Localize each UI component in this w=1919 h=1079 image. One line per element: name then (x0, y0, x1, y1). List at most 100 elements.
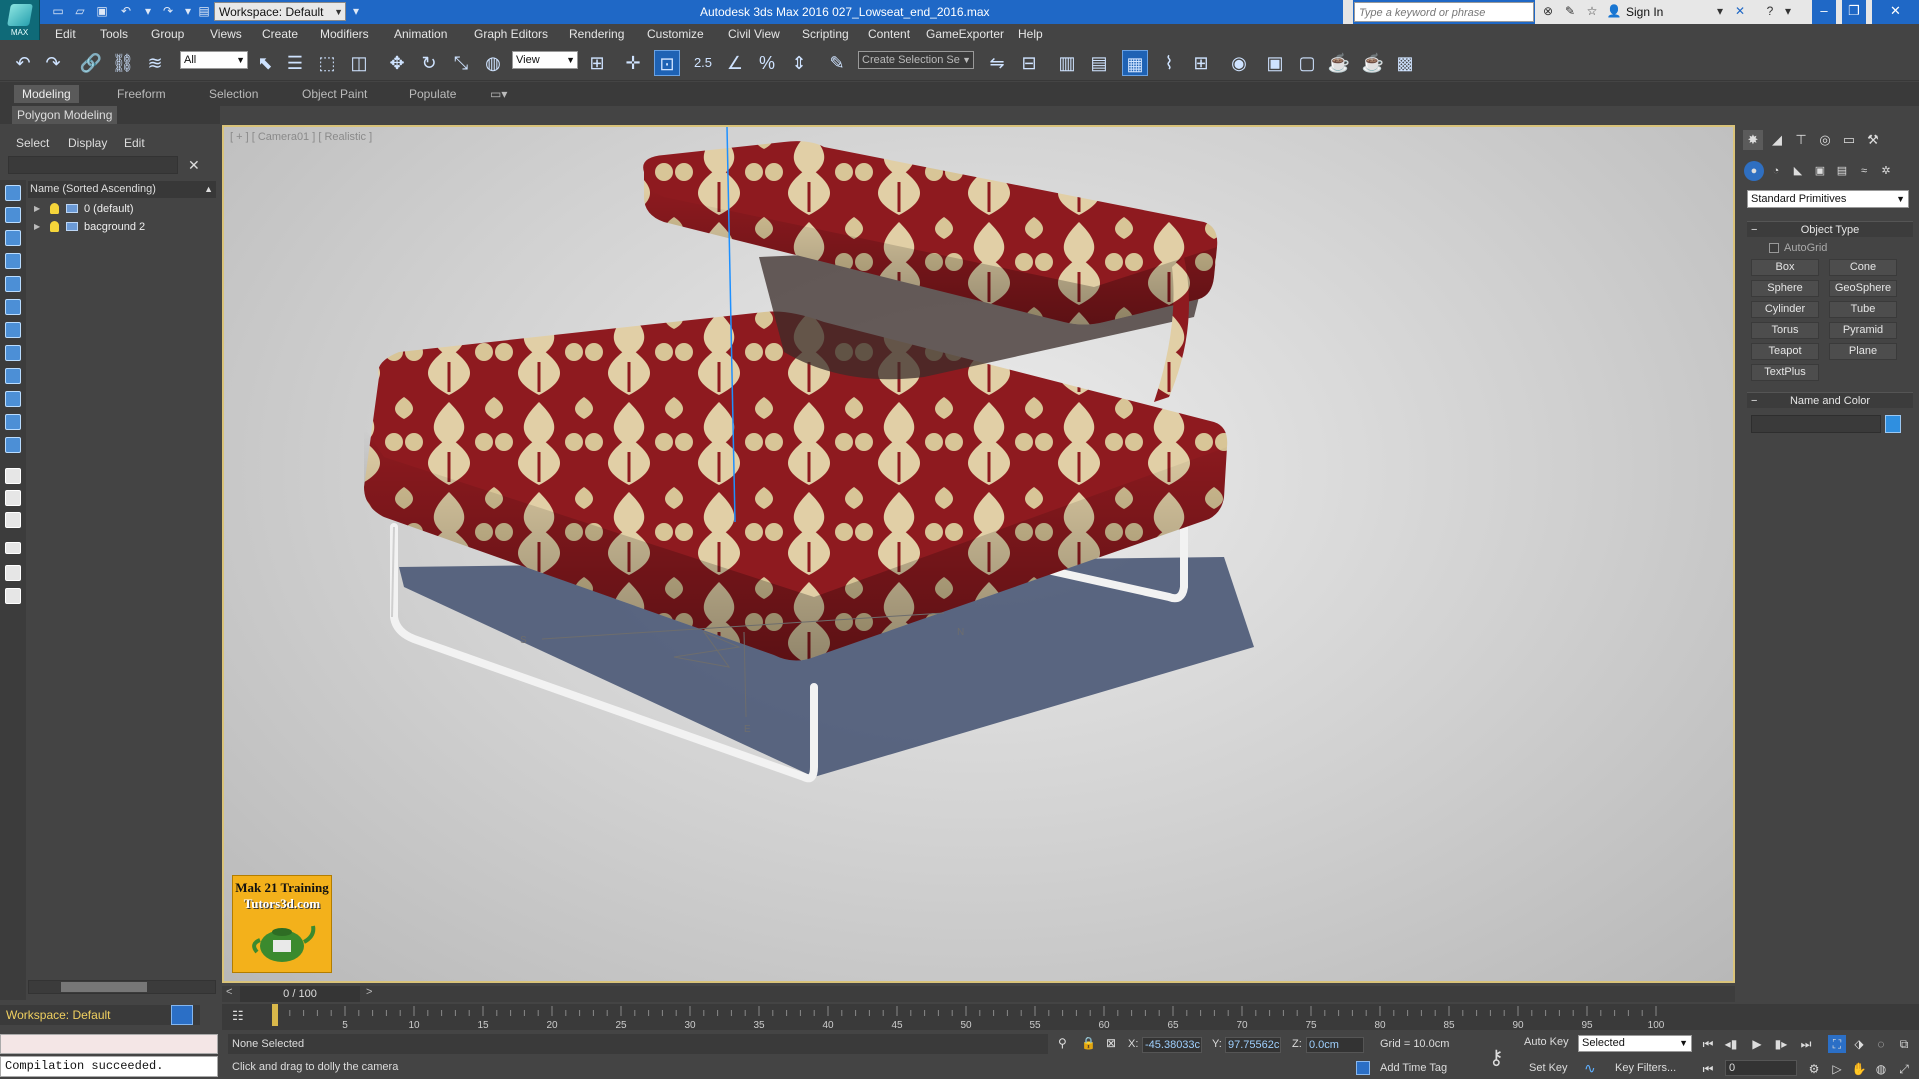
time-tag-icon[interactable] (1356, 1061, 1370, 1075)
render-production-icon[interactable]: ☕ (1326, 50, 1352, 76)
explorer-menu-edit[interactable]: Edit (124, 136, 145, 150)
timeline-ruler[interactable]: 5 10 15 20 25 30 35 40 45 50 55 60 65 70 75 80 85 90 95 100 (270, 1004, 1690, 1030)
select-and-scale-icon[interactable]: ⤡ (448, 50, 474, 76)
set-key-curve-icon[interactable]: ∿ (1584, 1060, 1596, 1077)
undo-icon[interactable]: ↶ (10, 50, 36, 76)
bind-to-space-warp-icon[interactable]: ≋ (142, 50, 168, 76)
create-panel-icon[interactable]: ✸ (1743, 130, 1763, 150)
sign-in-dropdown-icon[interactable]: ▾ (1712, 3, 1728, 19)
menu-rendering[interactable]: Rendering (569, 24, 624, 45)
unlink-selection-icon[interactable]: ⛓ (110, 50, 136, 76)
menu-customize[interactable]: Customize (647, 24, 704, 45)
isolate-selection-icon[interactable]: ⚲ (1058, 1036, 1067, 1050)
mini-curve-editor-icon[interactable]: ☷ (232, 1008, 256, 1026)
display-panel-icon[interactable]: ▭ (1839, 130, 1859, 150)
cylinder-button[interactable]: Cylinder (1751, 301, 1819, 318)
close-icon[interactable]: ✕ (188, 157, 200, 174)
layer-explorer-toggle-icon[interactable] (171, 1005, 193, 1025)
new-file-icon[interactable]: ▭ (50, 3, 66, 19)
named-selection-dropdown[interactable]: Create Selection Se ▼ (858, 51, 974, 69)
binoculars-icon[interactable]: ⊗ (1540, 3, 1556, 19)
select-and-rotate-icon[interactable]: ↻ (416, 50, 442, 76)
menu-modifiers[interactable]: Modifiers (320, 24, 369, 45)
space-warps-icon[interactable]: ≈ (1854, 161, 1874, 181)
auto-key-button[interactable]: Auto Key (1524, 1036, 1569, 1048)
current-time-marker[interactable] (272, 1004, 278, 1026)
menu-civil-view[interactable]: Civil View (728, 24, 780, 45)
spinner-snap-icon[interactable]: ⇕ (786, 50, 812, 76)
menu-gameexporter[interactable]: GameExporter (926, 24, 1004, 45)
pyramid-button[interactable]: Pyramid (1829, 322, 1897, 339)
explorer-row-layer-default[interactable]: ▶ 0 (default) (28, 200, 216, 218)
display-helpers-icon[interactable] (5, 276, 21, 292)
render-setup-icon[interactable]: ▣ (1262, 50, 1288, 76)
helpers-icon[interactable]: ▤ (1832, 161, 1852, 181)
teapot-button[interactable]: Teapot (1751, 343, 1819, 360)
geometry-icon[interactable]: ● (1744, 161, 1764, 181)
reference-coordinate-dropdown[interactable]: View ▼ (512, 51, 578, 69)
time-slider-next-icon[interactable]: > (366, 986, 372, 998)
time-slider-thumb[interactable]: 0 / 100 (240, 986, 360, 1002)
key-mode-icon[interactable]: ⏮ (1699, 1060, 1717, 1078)
scrollbar-thumb[interactable] (61, 982, 147, 992)
zoom-extents-icon[interactable]: ⛶ (1828, 1035, 1846, 1053)
name-and-color-rollout[interactable]: − Name and Color (1747, 392, 1913, 408)
maximize-viewport-icon[interactable]: ⧉ (1895, 1035, 1913, 1053)
display-bones-icon[interactable] (5, 368, 21, 384)
sign-in-link[interactable]: Sign In (1626, 0, 1663, 24)
menu-create[interactable]: Create (262, 24, 298, 45)
geosphere-button[interactable]: GeoSphere (1829, 280, 1897, 297)
display-frozen-icon[interactable] (5, 414, 21, 430)
box-button[interactable]: Box (1751, 259, 1819, 276)
ribbon-options-icon[interactable]: ▭▾ (490, 85, 507, 103)
toggle-ribbon-icon[interactable]: ▦ (1122, 50, 1148, 76)
menu-graph-editors[interactable]: Graph Editors (474, 24, 548, 45)
tab-freeform[interactable]: Freeform (117, 85, 166, 103)
rendered-frame-window-icon[interactable]: ▢ (1294, 50, 1320, 76)
project-folder-icon[interactable]: ▤ (196, 3, 212, 19)
find-icon[interactable] (5, 565, 21, 581)
save-file-icon[interactable]: ▣ (94, 3, 110, 19)
workspace-dropdown[interactable]: Workspace: Default ▼ (214, 2, 346, 21)
explorer-search-input[interactable] (8, 156, 178, 174)
cone-button[interactable]: Cone (1829, 259, 1897, 276)
explorer-column-header[interactable]: Name (Sorted Ascending) ▲ (28, 181, 216, 198)
select-manipulate-icon[interactable]: ✛ (620, 50, 646, 76)
utilities-panel-icon[interactable]: ⚒ (1863, 130, 1883, 150)
time-configuration-icon[interactable]: ⚙ (1805, 1060, 1823, 1078)
menu-edit[interactable]: Edit (55, 24, 76, 45)
explorer-menu-select[interactable]: Select (16, 136, 49, 150)
orbit-camera-icon[interactable]: ◍ (1872, 1060, 1890, 1078)
go-to-start-icon[interactable]: ⏮ (1699, 1035, 1717, 1053)
current-frame-field[interactable]: 0 (1725, 1060, 1797, 1076)
menu-tools[interactable]: Tools (100, 24, 128, 45)
select-and-place-icon[interactable]: ◍ (480, 50, 506, 76)
quick-access-dropdown-icon[interactable]: ▾ (348, 3, 364, 19)
tab-object-paint[interactable]: Object Paint (302, 85, 367, 103)
menu-scripting[interactable]: Scripting (802, 24, 849, 45)
menu-group[interactable]: Group (151, 24, 184, 45)
snaps-toggle-icon[interactable]: 2.5 (690, 50, 716, 76)
display-shapes-icon[interactable] (5, 207, 21, 223)
y-coordinate-field[interactable]: 97.75562c (1225, 1037, 1281, 1053)
selection-lock-icon[interactable]: 🔒 (1081, 1036, 1096, 1050)
polygon-modeling-panel[interactable]: Polygon Modeling (12, 106, 118, 124)
display-groups-icon[interactable] (5, 322, 21, 338)
explorer-workspace-label[interactable]: Workspace: Default (0, 1005, 200, 1025)
object-color-swatch[interactable] (1885, 415, 1901, 433)
tube-button[interactable]: Tube (1829, 301, 1897, 318)
z-coordinate-field[interactable]: 0.0cm (1306, 1037, 1364, 1053)
torus-button[interactable]: Torus (1751, 322, 1819, 339)
close-window-button[interactable]: ✕ (1872, 0, 1919, 24)
filter-icon[interactable] (5, 542, 21, 554)
menu-content[interactable]: Content (868, 24, 910, 45)
field-of-view-icon[interactable]: ⬗ (1850, 1035, 1868, 1053)
window-crossing-icon[interactable]: ◫ (346, 50, 372, 76)
favorites-star-icon[interactable]: ☆ (1584, 3, 1600, 19)
pivot-point-center-icon[interactable]: ⊞ (584, 50, 610, 76)
undo-icon[interactable]: ↶ (118, 3, 134, 19)
toggle-scene-explorer-icon[interactable]: ▥ (1054, 50, 1080, 76)
display-lights-icon[interactable] (5, 230, 21, 246)
menu-help[interactable]: Help (1018, 24, 1043, 45)
display-all-icon[interactable] (5, 468, 21, 484)
